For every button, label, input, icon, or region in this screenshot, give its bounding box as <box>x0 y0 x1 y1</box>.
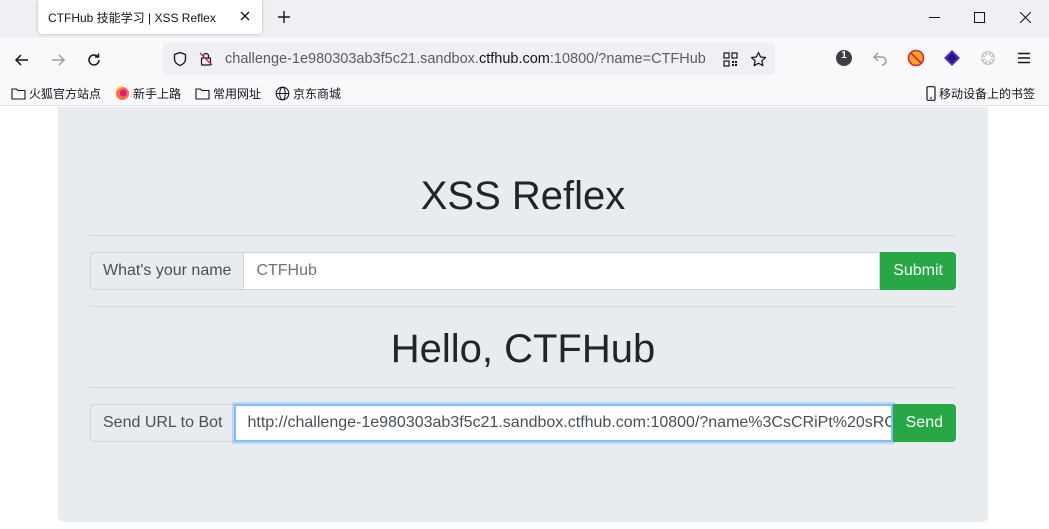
name-input[interactable]: CTFHub <box>243 252 881 290</box>
reload-icon[interactable] <box>80 46 108 74</box>
bookmark-item-common-sites[interactable]: 常用网址 <box>194 84 261 102</box>
url-suffix: :10800/?name=CTFHub <box>549 51 706 67</box>
bookmark-label: 火狐官方站点 <box>29 86 102 101</box>
new-tab-icon[interactable] <box>273 6 295 28</box>
bookmark-label: 京东商城 <box>293 86 342 101</box>
bookmark-item-getting-started[interactable]: 新手上路 <box>114 84 181 102</box>
page-title: XSS Reflex <box>420 174 626 218</box>
bookmark-label: 新手上路 <box>133 86 182 101</box>
proxy-extension-icon[interactable] <box>978 48 998 68</box>
globe-icon <box>274 85 290 101</box>
bot-form: Send URL to Bot http://challenge-1e98030… <box>90 404 956 442</box>
extension-badge-icon[interactable]: 1 <box>834 48 854 68</box>
close-window-icon[interactable] <box>1002 0 1048 34</box>
page-viewport: XSS Reflex What's your name CTFHub Submi… <box>0 107 1049 529</box>
browser-tab[interactable]: CTFHub 技能学习 | XSS Reflex <box>38 0 262 34</box>
bookmarks-toolbar: 火狐官方站点 新手上路 常用网址 京东商城 移动设备上的书签 <box>0 80 1049 106</box>
bot-addon-label: Send URL to Bot <box>90 404 235 442</box>
url-bar[interactable]: challenge-1e980303ab3f5c21.sandbox.ctfhu… <box>163 43 775 75</box>
mobile-bookmarks-label: 移动设备上的书签 <box>939 86 1036 101</box>
extension-badge-count: 1 <box>841 50 847 61</box>
mobile-bookmarks[interactable]: 移动设备上的书签 <box>925 84 1035 102</box>
tab-title: CTFHub 技能学习 | XSS Reflex <box>48 10 216 25</box>
undo-arrow-icon[interactable] <box>870 48 890 68</box>
bookmark-star-icon[interactable] <box>749 50 767 68</box>
close-tab-icon[interactable] <box>238 9 252 23</box>
greeting-heading: Hello, CTFHub <box>390 327 656 371</box>
bot-url-input[interactable]: http://challenge-1e980303ab3f5c21.sandbo… <box>234 404 893 442</box>
firefox-icon <box>114 85 130 101</box>
back-arrow-icon[interactable] <box>8 46 36 74</box>
divider <box>90 306 956 307</box>
url-prefix: challenge-1e980303ab3f5c21.sandbox. <box>225 51 479 67</box>
bookmark-item-official[interactable]: 火狐官方站点 <box>10 84 101 102</box>
name-addon-label: What's your name <box>90 252 244 290</box>
forward-arrow-icon[interactable] <box>44 46 72 74</box>
navigation-toolbar: challenge-1e980303ab3f5c21.sandbox.ctfhu… <box>0 38 1049 80</box>
hamburger-menu-icon[interactable] <box>1014 48 1034 68</box>
bookmark-item-jd[interactable]: 京东商城 <box>274 84 341 102</box>
tab-strip: CTFHub 技能学习 | XSS Reflex <box>0 0 1049 38</box>
jumbotron: XSS Reflex What's your name CTFHub Submi… <box>58 107 988 522</box>
mobile-device-icon <box>925 85 937 101</box>
blocked-extension-icon[interactable] <box>906 48 926 68</box>
minimize-icon[interactable] <box>911 0 957 34</box>
send-button[interactable]: Send <box>892 404 956 442</box>
folder-icon <box>10 85 26 101</box>
folder-icon <box>194 85 210 101</box>
divider <box>90 235 956 236</box>
url-host: ctfhub.com <box>478 51 550 67</box>
submit-button[interactable]: Submit <box>880 252 956 290</box>
url-text[interactable]: challenge-1e980303ab3f5c21.sandbox.ctfhu… <box>225 51 715 67</box>
maximize-icon[interactable] <box>956 0 1002 34</box>
divider <box>90 387 956 388</box>
bookmark-label: 常用网址 <box>213 86 262 101</box>
shield-icon[interactable] <box>171 50 189 68</box>
qr-code-icon[interactable] <box>721 50 739 68</box>
layers-extension-icon[interactable] <box>942 48 962 68</box>
insecure-lock-icon[interactable] <box>197 50 215 68</box>
name-form: What's your name CTFHub Submit <box>90 252 956 290</box>
